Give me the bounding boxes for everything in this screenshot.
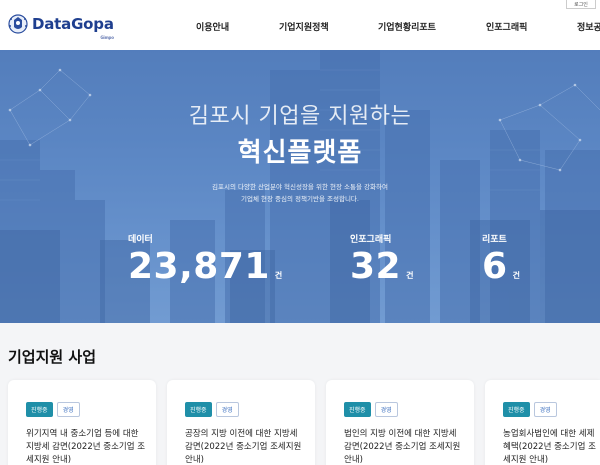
logo-subtext: Gimpo — [100, 35, 114, 40]
hero-highlight-title: 혁신플랫폼 — [237, 138, 363, 168]
stat-value: 23,871 — [128, 246, 270, 287]
card-title: 위기지역 내 중소기업 등에 대한 지방세 감면(2022년 중소기업 조세지원… — [26, 429, 146, 465]
support-card[interactable]: 진행중 경영 위기지역 내 중소기업 등에 대한 지방세 감면(2022년 중소… — [8, 380, 156, 465]
stat-value: 32 — [350, 246, 402, 287]
stat-report[interactable]: 리포트 6건 — [482, 232, 520, 285]
section-title: 기업지원 사업 — [8, 348, 97, 366]
hero-title: 김포시 기업을 지원하는 — [188, 104, 412, 129]
status-badge: 진행중 — [26, 402, 53, 417]
support-card[interactable]: 진행중 경영 농업회사법인에 대한 세제혜택(2022년 중소기업 조세지원 안… — [485, 380, 600, 465]
hero-description-line1: 김포시의 다양한 산업분야 혁신성장을 위한 현장 소통을 강화하여 — [212, 183, 388, 191]
stat-unit: 건 — [406, 271, 414, 280]
hero-description-line2: 기업체 현장 중심의 정책기반을 조성합니다. — [241, 195, 359, 203]
stat-unit: 건 — [512, 271, 520, 280]
nav-item-report[interactable]: 기업현황리포트 — [378, 20, 436, 33]
category-badge: 경영 — [533, 402, 557, 417]
card-title: 법인의 지방 이전에 대한 지방세 감면(2022년 중소기업 조세지원 안내) — [344, 429, 461, 465]
category-badge: 경영 — [215, 402, 239, 417]
login-button[interactable]: 로그인 — [566, 0, 596, 9]
logo-text: DataGopa Gimpo — [32, 15, 114, 40]
category-badge: 경영 — [56, 402, 80, 417]
nav-item-disclosure[interactable]: 정보공개 — [577, 20, 600, 33]
logo-icon — [8, 14, 28, 34]
category-badge: 경영 — [374, 402, 398, 417]
stat-label: 데이터 — [128, 235, 153, 245]
support-card[interactable]: 진행중 경영 공장의 지방 이전에 대한 지방세 감면(2022년 중소기업 조… — [167, 380, 315, 465]
card-title: 농업회사법인에 대한 세제혜택(2022년 중소기업 조세지원 안내) — [503, 429, 596, 465]
nav-item-infographic[interactable]: 인포그래픽 — [486, 20, 527, 33]
stat-value: 6 — [482, 246, 508, 287]
status-badge: 진행중 — [185, 402, 212, 417]
card-badges: 진행중 경영 — [503, 402, 557, 417]
card-badges: 진행중 경영 — [26, 402, 80, 417]
status-badge: 진행중 — [503, 402, 530, 417]
card-title: 공장의 지방 이전에 대한 지방세 감면(2022년 중소기업 조세지원 안내) — [185, 429, 302, 465]
hero-banner: 김포시 기업을 지원하는 혁신플랫폼 김포시의 다양한 산업분야 혁신성장을 위… — [0, 50, 600, 323]
logo[interactable]: DataGopa Gimpo — [8, 13, 114, 40]
stat-label: 인포그래픽 — [350, 235, 392, 245]
status-badge: 진행중 — [344, 402, 371, 417]
nav-item-policy[interactable]: 기업지원정책 — [279, 20, 329, 33]
card-badges: 진행중 경영 — [185, 402, 239, 417]
card-badges: 진행중 경영 — [344, 402, 398, 417]
stat-unit: 건 — [274, 271, 283, 280]
stat-data[interactable]: 데이터 23,871 건 — [128, 232, 282, 285]
stat-infographic[interactable]: 인포그래픽 32 건 — [350, 232, 413, 285]
site-header: DataGopa Gimpo 로그인 이용안내 기업지원정책 기업현황리포트 인… — [0, 0, 600, 50]
support-card[interactable]: 진행중 경영 법인의 지방 이전에 대한 지방세 감면(2022년 중소기업 조… — [326, 380, 474, 465]
nav-item-guide[interactable]: 이용안내 — [196, 20, 229, 33]
stat-label: 리포트 — [482, 235, 507, 245]
